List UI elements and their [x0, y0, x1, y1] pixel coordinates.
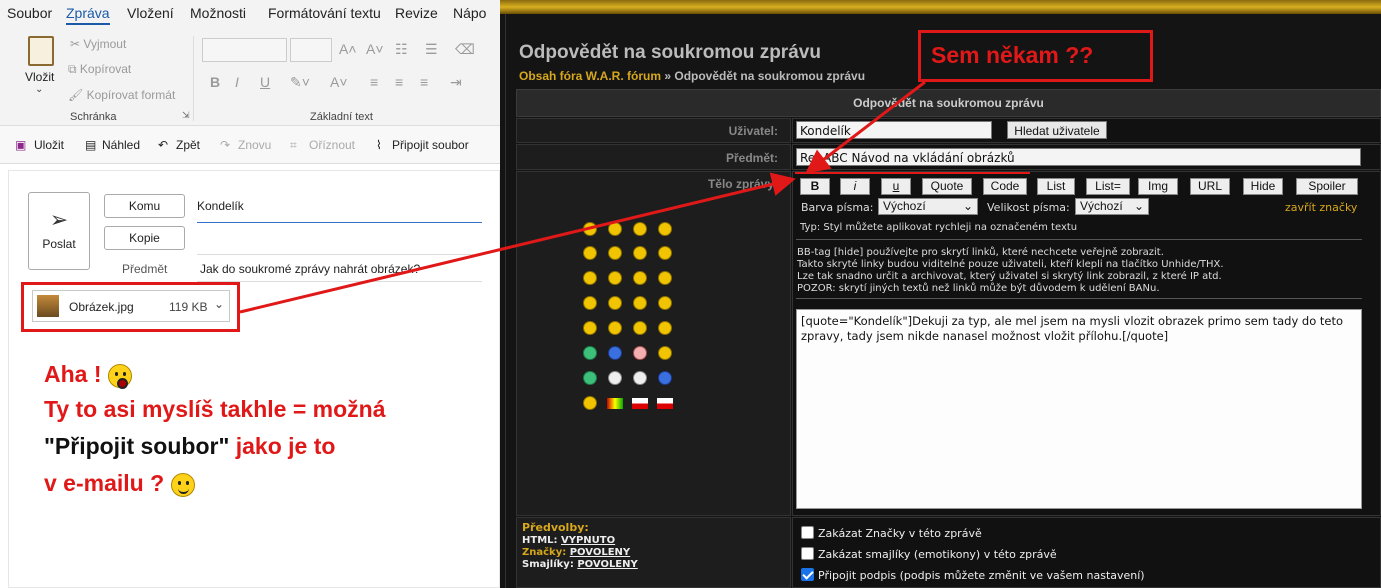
annotation-arrows [239, 80, 1030, 314]
arrow-to-editor [239, 172, 796, 314]
arrow-from-callout [805, 80, 926, 174]
